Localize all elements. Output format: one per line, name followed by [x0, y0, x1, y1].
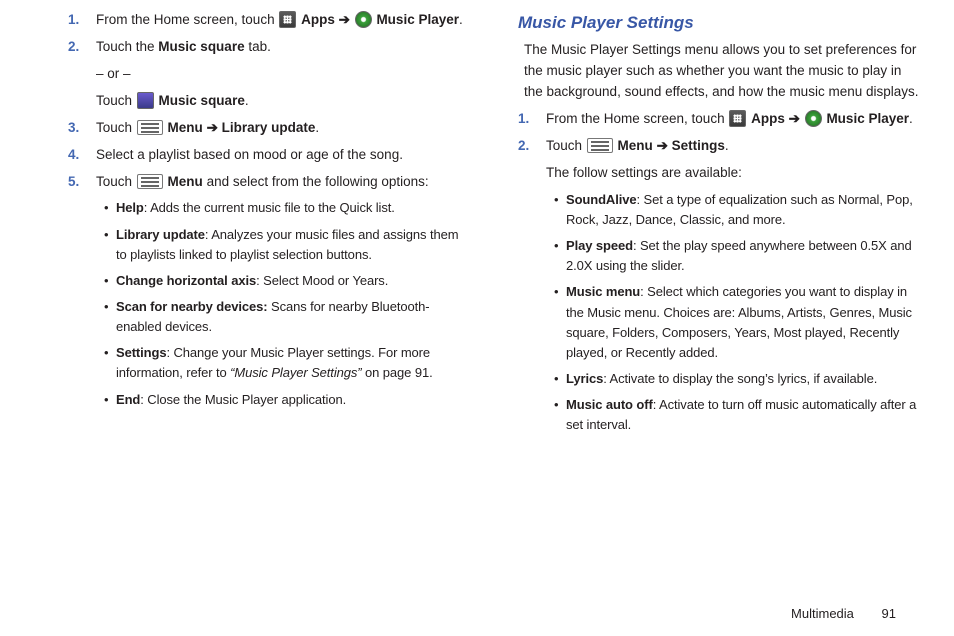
- list-item: • Music menu: Select which categories yo…: [554, 282, 923, 363]
- step-text: Touch the: [96, 39, 158, 54]
- step-number: 1.: [68, 10, 79, 31]
- arrow: ➔: [657, 138, 672, 153]
- step-number: 2.: [518, 136, 529, 157]
- period: .: [315, 120, 319, 135]
- step-1: 1. From the Home screen, touch Apps ➔ Mu…: [518, 109, 923, 130]
- bullet: •: [104, 271, 108, 291]
- period: .: [459, 12, 463, 27]
- apps-icon: [279, 11, 296, 28]
- option-play-speed: Play speed: [566, 238, 633, 253]
- apps-label: Apps: [301, 12, 335, 27]
- bullet: •: [104, 198, 108, 218]
- apps-label: Apps: [751, 111, 785, 126]
- bullet: •: [554, 282, 558, 302]
- music-player-icon: [805, 110, 822, 127]
- section-title: Music Player Settings: [518, 10, 923, 36]
- bullet: •: [554, 369, 558, 389]
- option-scan-devices: Scan for nearby devices:: [116, 299, 271, 314]
- music-player-label: Music Player: [376, 12, 459, 27]
- list-item: • Scan for nearby devices: Scans for nea…: [104, 297, 470, 337]
- list-item: • Change horizontal axis: Select Mood or…: [104, 271, 470, 291]
- step-5: 5. Touch Menu and select from the follow…: [68, 172, 470, 193]
- music-player-label: Music Player: [826, 111, 909, 126]
- bullet: •: [104, 390, 108, 410]
- option-settings: Settings: [116, 345, 166, 360]
- step-number: 2.: [68, 37, 79, 58]
- menu-label: Menu: [168, 174, 203, 189]
- step-text-tail: and select from the following options:: [207, 174, 429, 189]
- option-music-menu: Music menu: [566, 284, 640, 299]
- period: .: [245, 93, 249, 108]
- step-text: Select a playlist based on mood or age o…: [96, 147, 403, 162]
- list-item: • Library update: Analyzes your music fi…: [104, 225, 470, 265]
- follow-list-intro: The follow settings are available:: [546, 163, 923, 184]
- bullet: •: [104, 225, 108, 245]
- list-item: • Settings: Change your Music Player set…: [104, 343, 470, 383]
- list-item: • Play speed: Set the play speed anywher…: [554, 236, 923, 276]
- step-text: From the Home screen, touch: [96, 12, 278, 27]
- arrow: ➔: [339, 12, 354, 27]
- list-item: • Help: Adds the current music file to t…: [104, 198, 470, 218]
- option-music-auto-off: Music auto off: [566, 397, 653, 412]
- step-text: Touch: [96, 120, 136, 135]
- apps-icon: [729, 110, 746, 127]
- step-text: From the Home screen, touch: [546, 111, 728, 126]
- step-text: Touch: [96, 93, 136, 108]
- option-lyrics: Lyrics: [566, 371, 603, 386]
- step-4: 4. Select a playlist based on mood or ag…: [68, 145, 470, 166]
- footer-section: Multimedia: [791, 606, 854, 621]
- library-update-label: Library update: [222, 120, 316, 135]
- music-square-label: Music square: [158, 39, 244, 54]
- section-intro: The Music Player Settings menu allows yo…: [518, 40, 923, 103]
- menu-icon: [587, 138, 613, 153]
- step-number: 5.: [68, 172, 79, 193]
- menu-icon: [137, 120, 163, 135]
- option-desc: : Adds the current music file to the Qui…: [144, 200, 395, 215]
- arrow: ➔: [789, 111, 804, 126]
- step-2-alt: Touch Music square.: [96, 91, 470, 112]
- period: .: [725, 138, 729, 153]
- step-number: 3.: [68, 118, 79, 139]
- option-desc: : Activate to display the song’s lyrics,…: [603, 371, 877, 386]
- menu-icon: [137, 174, 163, 189]
- music-square-label: Music square: [159, 93, 245, 108]
- xref-link[interactable]: “Music Player Settings”: [230, 365, 361, 380]
- list-item: • End: Close the Music Player applicatio…: [104, 390, 470, 410]
- bullet: •: [554, 190, 558, 210]
- settings-label: Settings: [672, 138, 725, 153]
- step-number: 1.: [518, 109, 529, 130]
- option-desc: : Close the Music Player application.: [140, 392, 346, 407]
- xref-page: on page 91.: [362, 365, 433, 380]
- option-soundalive: SoundAlive: [566, 192, 637, 207]
- step-number: 4.: [68, 145, 79, 166]
- arrow: ➔: [207, 120, 222, 135]
- list-item: • Lyrics: Activate to display the song’s…: [554, 369, 923, 389]
- step-text-tail: tab.: [245, 39, 271, 54]
- option-desc: : Select Mood or Years.: [256, 273, 388, 288]
- bullet: •: [554, 236, 558, 256]
- step-text: Touch: [546, 138, 586, 153]
- bullet: •: [554, 395, 558, 415]
- music-square-icon: [137, 92, 154, 109]
- list-item: • SoundAlive: Set a type of equalization…: [554, 190, 923, 230]
- menu-label: Menu: [168, 120, 203, 135]
- step-2: 2. Touch Menu ➔ Settings.: [518, 136, 923, 157]
- music-player-icon: [355, 11, 372, 28]
- bullet: •: [104, 343, 108, 363]
- option-end: End: [116, 392, 140, 407]
- bullet: •: [104, 297, 108, 317]
- period: .: [909, 111, 913, 126]
- page-number: 91: [882, 604, 896, 624]
- footer: Multimedia 91: [791, 604, 896, 624]
- or-divider: – or –: [96, 64, 470, 85]
- option-help: Help: [116, 200, 144, 215]
- step-1: 1. From the Home screen, touch Apps ➔ Mu…: [68, 10, 470, 31]
- step-text: Touch: [96, 174, 136, 189]
- option-change-axis: Change horizontal axis: [116, 273, 256, 288]
- step-3: 3. Touch Menu ➔ Library update.: [68, 118, 470, 139]
- step-2: 2. Touch the Music square tab.: [68, 37, 470, 58]
- menu-label: Menu: [618, 138, 653, 153]
- list-item: • Music auto off: Activate to turn off m…: [554, 395, 923, 435]
- option-library-update: Library update: [116, 227, 205, 242]
